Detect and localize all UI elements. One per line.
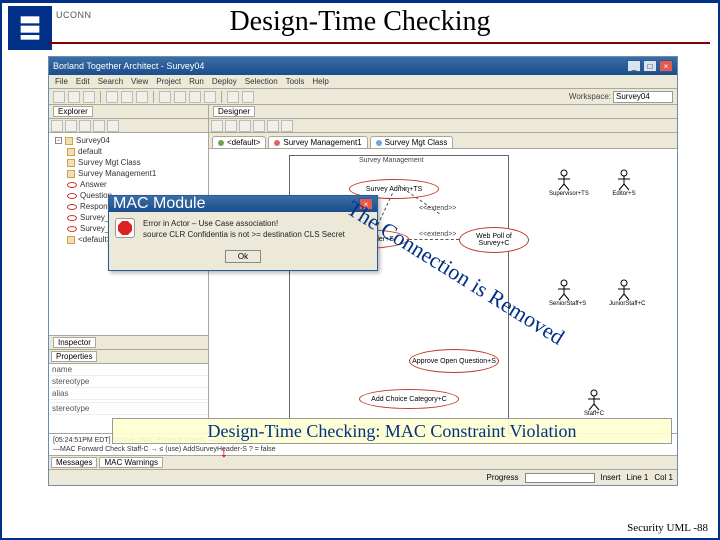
toolbar-button[interactable] xyxy=(121,91,133,103)
prop-key: name xyxy=(49,364,119,375)
diagram-canvas[interactable]: Survey Management Survey Admin+TS Add Su… xyxy=(209,149,677,445)
mac-error-dialog: MAC Module × Error in Actor – Use Case a… xyxy=(108,195,378,271)
toolbar-button[interactable] xyxy=(227,91,239,103)
usecase-approve[interactable]: Approve Open Question+S xyxy=(409,349,499,373)
file-tab[interactable]: <default> xyxy=(212,136,266,148)
toolbar-button[interactable] xyxy=(106,91,118,103)
designer-tool[interactable] xyxy=(239,120,251,132)
tab-messages[interactable]: Messages xyxy=(51,457,97,468)
status-insert: Insert xyxy=(601,473,621,482)
tree-item[interactable]: Survey Management1 xyxy=(78,168,156,179)
actor-senior[interactable]: SeniorStaff+S xyxy=(549,279,579,307)
prop-value[interactable] xyxy=(119,400,208,402)
app-titlebar: Borland Together Architect - Survey04 _ … xyxy=(49,57,677,75)
usecase-web-poll[interactable]: Web Poll of Survey+C xyxy=(459,227,529,253)
actor-staff[interactable]: Staff+C xyxy=(579,389,609,417)
prop-value[interactable] xyxy=(119,376,208,387)
menu-search[interactable]: Search xyxy=(98,77,123,86)
prop-key: alias xyxy=(49,388,119,399)
tree-item[interactable]: default xyxy=(78,146,102,157)
app-title: Borland Together Architect - Survey04 xyxy=(53,61,204,71)
tree-item[interactable]: Survey Mgt Class xyxy=(78,157,141,168)
prop-value[interactable] xyxy=(119,403,208,414)
status-bar: Progress Insert Line 1 Col 1 xyxy=(49,469,677,485)
toolbar: Workspace: xyxy=(49,89,677,105)
status-line: Line 1 xyxy=(627,473,649,482)
message-line: —MAC Forward Check Staff-C → ≤ (use) Add… xyxy=(53,445,673,454)
slide-footer: Security UML -88 xyxy=(627,522,708,534)
tree-root[interactable]: Survey04 xyxy=(76,135,110,146)
explorer-tool[interactable] xyxy=(93,120,105,132)
dialog-line1: Error in Actor – Use Case association! xyxy=(143,218,371,229)
arrow-down-icon: ↓ xyxy=(220,444,228,462)
menu-edit[interactable]: Edit xyxy=(76,77,90,86)
toolbar-button[interactable] xyxy=(242,91,254,103)
toolbar-button[interactable] xyxy=(53,91,65,103)
menu-run[interactable]: Run xyxy=(189,77,204,86)
title-underline xyxy=(48,42,710,44)
actor-editor[interactable]: Editor+S xyxy=(609,169,639,197)
progress-bar xyxy=(525,473,595,483)
designer-tool[interactable] xyxy=(267,120,279,132)
toolbar-button[interactable] xyxy=(136,91,148,103)
menu-tools[interactable]: Tools xyxy=(286,77,305,86)
toolbar-button[interactable] xyxy=(159,91,171,103)
tab-inspector[interactable]: Inspector xyxy=(53,337,96,348)
menu-view[interactable]: View xyxy=(131,77,148,86)
menu-help[interactable]: Help xyxy=(312,77,328,86)
actor-junior[interactable]: JuniorStaff+C xyxy=(609,279,639,307)
tab-designer[interactable]: Designer xyxy=(213,106,255,117)
designer-tool[interactable] xyxy=(253,120,265,132)
minimize-button[interactable]: _ xyxy=(627,60,641,72)
toolbar-button[interactable] xyxy=(68,91,80,103)
menu-project[interactable]: Project xyxy=(156,77,181,86)
file-tab[interactable]: Survey Mgt Class xyxy=(370,136,454,148)
toolbar-button[interactable] xyxy=(204,91,216,103)
actor-supervisor[interactable]: Supervisor+TS xyxy=(549,169,579,197)
toolbar-button[interactable] xyxy=(83,91,95,103)
slide-title: Design-Time Checking xyxy=(0,6,720,38)
maximize-button[interactable]: □ xyxy=(643,60,657,72)
designer-tool[interactable] xyxy=(225,120,237,132)
prop-key: stereotype xyxy=(49,376,119,387)
menu-selection[interactable]: Selection xyxy=(245,77,278,86)
explorer-tool[interactable] xyxy=(107,120,119,132)
tree-item[interactable]: <default> xyxy=(78,234,111,245)
dialog-title: MAC Module xyxy=(113,195,205,213)
tree-item[interactable]: Answer xyxy=(80,179,107,190)
prop-value[interactable] xyxy=(119,388,208,399)
designer-tool[interactable] xyxy=(211,120,223,132)
tab-explorer[interactable]: Explorer xyxy=(53,106,93,117)
file-tab[interactable]: Survey Management1 xyxy=(268,136,367,148)
menu-deploy[interactable]: Deploy xyxy=(212,77,237,86)
extend-label: <<extend>> xyxy=(419,205,456,212)
toolbar-button[interactable] xyxy=(174,91,186,103)
prop-key: stereotype xyxy=(49,403,119,414)
toolbar-button[interactable] xyxy=(189,91,201,103)
close-button[interactable]: × xyxy=(659,60,673,72)
menu-file[interactable]: File xyxy=(55,77,68,86)
tab-mac-warnings[interactable]: MAC Warnings xyxy=(99,457,163,468)
dialog-line2: source CLR Confidentia is not >= destina… xyxy=(143,229,371,240)
extend-label: <<extend>> xyxy=(419,231,456,238)
error-icon xyxy=(115,218,135,238)
designer-tool[interactable] xyxy=(281,120,293,132)
package-label: Survey Management xyxy=(359,157,424,164)
menubar: File Edit Search View Project Run Deploy… xyxy=(49,75,677,89)
annotation-banner: Design-Time Checking: MAC Constraint Vio… xyxy=(112,418,672,444)
explorer-tool[interactable] xyxy=(65,120,77,132)
status-col: Col 1 xyxy=(654,473,673,482)
usecase-add-cat[interactable]: Add Choice Category+C xyxy=(359,389,459,409)
inspector-properties[interactable]: Properties xyxy=(51,351,97,362)
workspace-label: Workspace: xyxy=(569,92,611,101)
prop-key xyxy=(49,400,119,402)
prop-value[interactable] xyxy=(119,364,208,375)
status-progress-label: Progress xyxy=(486,473,518,482)
explorer-tool[interactable] xyxy=(79,120,91,132)
explorer-tool[interactable] xyxy=(51,120,63,132)
ok-button[interactable]: Ok xyxy=(225,250,261,263)
workspace-field[interactable] xyxy=(613,91,673,103)
